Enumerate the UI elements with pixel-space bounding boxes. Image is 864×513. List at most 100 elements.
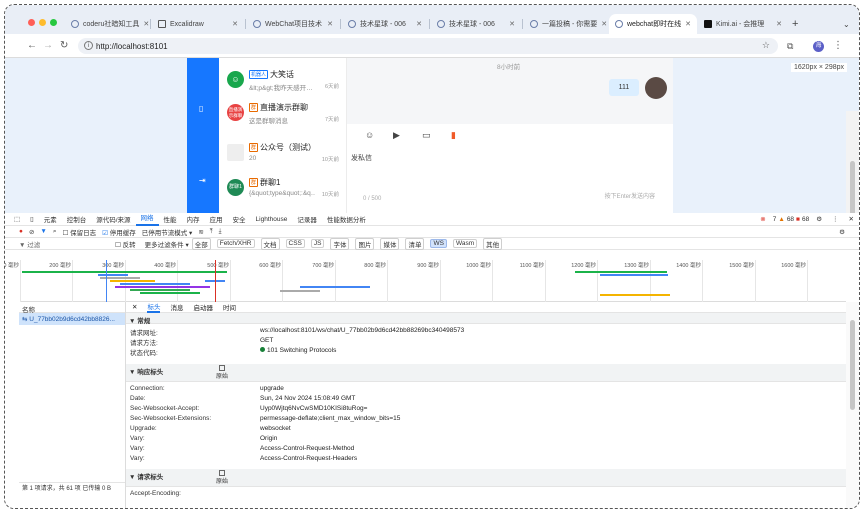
phone-icon[interactable]: ▯ [199,104,203,113]
download-icon[interactable]: ⤓ [219,228,222,236]
filter-type-manifest[interactable]: 清单 [405,237,425,250]
forward-icon[interactable]: → [43,41,53,51]
browser-tab[interactable]: Kimi.ai - 会推理 ✕ [698,14,788,34]
tab-search-icon[interactable]: ⌄ [840,14,856,34]
folder-icon[interactable]: ▭ [422,130,431,141]
message-input[interactable]: 发私信 [351,153,372,163]
response-headers-title[interactable]: ▼ 响应标头 原始 [126,364,846,382]
throttle-select[interactable]: 已停用节流模式 ▾ [142,227,193,237]
close-tab-icon[interactable]: ✕ [776,20,782,28]
globe-icon [253,20,261,28]
red-packet-icon[interactable]: ▮ [451,130,456,141]
tab-timing[interactable]: 时间 [223,302,236,312]
filter-type-media[interactable]: 媒体 [380,237,400,250]
upload-icon[interactable]: ⤒ [210,228,213,236]
more-icon[interactable]: ⋮ [827,215,844,223]
tab-recorder[interactable]: 记录器 [292,214,322,224]
search-icon[interactable]: ⌕ [53,228,57,236]
record-icon[interactable]: ● [19,228,23,235]
close-tab-icon[interactable]: ✕ [685,20,691,28]
tab-headers[interactable]: 标头 [147,302,161,313]
chat-list-item[interactable]: 群聊1 群群聊1 {&quot;type&quot;:&q… 10天前 [219,171,347,205]
inspect-icon[interactable]: ⬚ [9,215,25,223]
profile-avatar[interactable]: 海 [813,41,824,52]
network-overview-timeline[interactable]: 100 毫秒 200 毫秒 300 毫秒 400 毫秒 500 毫秒 600 毫… [5,260,846,302]
close-tab-icon[interactable]: ✕ [509,20,515,28]
url-field[interactable]: i http://localhost:8101 ☆ [78,38,778,54]
tab-performance[interactable]: 性能 [159,214,182,224]
invert-checkbox[interactable]: ☐ 反转 [115,239,136,249]
close-tab-icon[interactable]: ✕ [601,20,607,28]
filter-type-all[interactable]: 全部 [191,237,211,250]
browser-tab[interactable]: Excalidraw ✕ [152,14,244,34]
tab-messages[interactable]: 消息 [170,302,183,312]
tab-initiator[interactable]: 启动器 [193,302,213,312]
browser-tab[interactable]: 一篇投稿 - 你需要 ✕ [524,14,608,34]
filter-icon[interactable]: ▼ [40,228,46,235]
filter-input[interactable]: ▼ 过滤 [19,239,112,249]
detail-scrollbar[interactable] [846,302,859,508]
raw-checkbox[interactable]: 原始 [216,469,228,485]
disable-cache-checkbox[interactable]: ☑ 停用缓存 [102,227,136,237]
close-tab-icon[interactable]: ✕ [143,20,149,28]
name-column-header[interactable]: 名称 [19,302,125,314]
close-window-button[interactable] [28,19,35,26]
extensions-icon[interactable]: ⧉ [787,41,793,51]
raw-checkbox[interactable]: 原始 [216,364,228,380]
browser-tab[interactable]: coderu社暗知工具 ✕ [65,14,149,34]
filter-type-ws[interactable]: WS [430,239,447,248]
tab-security[interactable]: 安全 [228,214,251,224]
close-tab-icon[interactable]: ✕ [416,20,422,28]
filter-type-fetch[interactable]: Fetch/XHR [216,239,255,248]
browser-tab[interactable]: 技术星球 - 006 ✕ [342,14,428,34]
tab-memory[interactable]: 内存 [182,214,205,224]
site-info-icon[interactable]: i [84,41,93,50]
minimize-window-button[interactable] [39,19,46,26]
video-icon[interactable]: ▶ [393,130,400,141]
close-tab-icon[interactable]: ✕ [327,20,333,28]
close-detail-icon[interactable]: ✕ [132,303,137,311]
chat-list-item[interactable]: 直播演示群聊 群直播演示群聊 这是群聊消息 7天前 [219,96,347,130]
tab-performance-insights[interactable]: 性能数据分析 [322,214,371,224]
browser-tab[interactable]: WebChat项目技术 ✕ [247,14,339,34]
filter-type-font[interactable]: 字体 [330,237,350,250]
gear-icon[interactable]: ⚙ [811,215,827,223]
reload-icon[interactable]: ↻ [60,41,68,51]
chat-list-item[interactable]: 群公众号（测试） 20 10天前 [219,136,347,170]
tab-console[interactable]: 控制台 [62,214,92,224]
new-tab-button[interactable]: + [789,14,805,34]
clear-icon[interactable]: ⊘ [29,228,34,236]
error-icon[interactable]: ⊗ [755,215,770,223]
filter-type-wasm[interactable]: Wasm [452,239,478,248]
device-toolbar-icon[interactable]: ▯ [25,215,39,223]
filter-type-img[interactable]: 图片 [355,237,375,250]
network-settings-icon[interactable]: ⚙ [839,228,859,236]
general-section-title[interactable]: ▼ 常规 [126,313,846,325]
maximize-window-button[interactable] [50,19,57,26]
more-menu-icon[interactable]: ⋮ [833,41,843,51]
close-icon[interactable]: ✕ [844,215,859,223]
filter-type-css[interactable]: CSS [285,239,305,248]
back-icon[interactable]: ← [27,41,37,51]
request-row[interactable]: ⇆ U_77bb02b9d6cd42bb8826... [19,313,125,325]
tab-lighthouse[interactable]: Lighthouse [251,216,293,223]
preserve-log-checkbox[interactable]: ☐ 保留日志 [62,227,96,237]
emoji-icon[interactable]: ☺ [365,130,374,140]
tab-elements[interactable]: 元素 [39,214,62,224]
request-headers-title[interactable]: ▼ 请求标头 原始 [126,469,846,487]
logout-icon[interactable]: ⇥ [199,176,206,185]
waterfall-bar [600,294,670,296]
bookmark-star-icon[interactable]: ☆ [762,40,770,51]
filter-type-doc[interactable]: 文档 [260,237,280,250]
filter-type-js[interactable]: JS [310,239,325,248]
filter-type-other[interactable]: 其他 [483,237,503,250]
wifi-icon[interactable]: ≋ [198,228,203,236]
browser-tab-active[interactable]: webchat即时在线 ✕ [609,14,697,34]
chat-list-item[interactable]: ☺ 机器人 大笑话 &lt;p&gt;我昨天感开… 6天前 [219,63,347,97]
browser-tab[interactable]: 技术星球 - 006 ✕ [431,14,521,34]
tab-sources[interactable]: 源代码/来源 [91,214,135,224]
tab-application[interactable]: 应用 [205,214,228,224]
tab-network[interactable]: 网络 [135,212,159,226]
close-tab-icon[interactable]: ✕ [232,20,238,28]
more-filters-dropdown[interactable]: 更多过滤条件 ▾ [145,239,189,249]
